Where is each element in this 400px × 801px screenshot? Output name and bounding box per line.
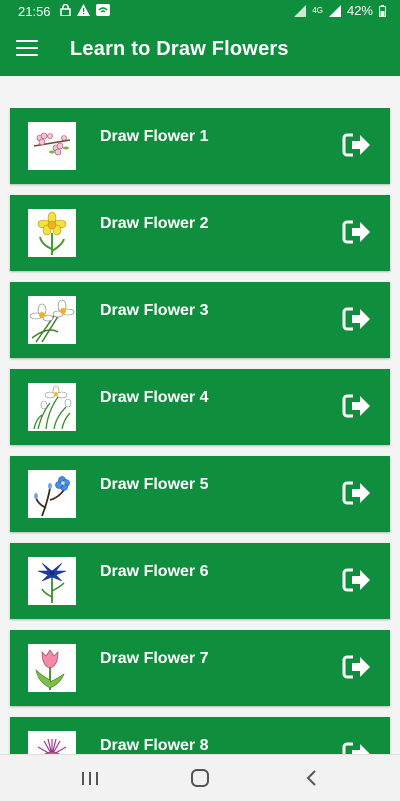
app-bar: Learn to Draw Flowers: [0, 24, 400, 76]
cornflower-icon: [28, 557, 76, 605]
wifi-icon: [96, 4, 110, 16]
status-left-icons: [60, 4, 110, 16]
status-bar: 21:56 4G 42%: [0, 0, 400, 24]
warning-icon: [77, 4, 90, 16]
open-arrow-icon[interactable]: [342, 654, 372, 680]
item-title: Draw Flower 1: [100, 128, 209, 145]
blue-flower-branch-icon: [28, 470, 76, 518]
open-arrow-icon[interactable]: [342, 480, 372, 506]
open-arrow-icon[interactable]: [342, 741, 372, 754]
open-arrow-icon[interactable]: [342, 393, 372, 419]
status-right-icons: 4G 42%: [294, 3, 386, 18]
open-arrow-icon[interactable]: [342, 219, 372, 245]
list-item[interactable]: Draw Flower 3: [10, 282, 390, 358]
back-icon[interactable]: [300, 767, 324, 789]
battery-icon: [379, 4, 386, 17]
item-title: Draw Flower 4: [100, 389, 209, 406]
list-item[interactable]: Draw Flower 5: [10, 456, 390, 532]
open-arrow-icon[interactable]: [342, 132, 372, 158]
status-time: 21:56: [18, 4, 51, 19]
battery-percent: 42%: [346, 3, 373, 18]
item-title: Draw Flower 8: [100, 737, 209, 754]
open-arrow-icon[interactable]: [342, 567, 372, 593]
list-item[interactable]: Draw Flower 1: [10, 108, 390, 184]
daffodil-icon: [28, 209, 76, 257]
list-item[interactable]: Draw Flower 8: [10, 717, 390, 754]
flower-list[interactable]: Draw Flower 1 Draw Flower 2 Draw Flower …: [0, 108, 400, 754]
home-icon[interactable]: [188, 767, 212, 789]
system-nav-bar: [0, 754, 400, 801]
white-lily-icon: [28, 383, 76, 431]
item-title: Draw Flower 2: [100, 215, 209, 232]
list-item[interactable]: Draw Flower 4: [10, 369, 390, 445]
lock-icon: [60, 4, 71, 16]
item-title: Draw Flower 5: [100, 476, 209, 493]
item-title: Draw Flower 6: [100, 563, 209, 580]
narcissus-icon: [28, 296, 76, 344]
hamburger-menu-icon[interactable]: [16, 40, 38, 56]
signal-icon: [294, 4, 307, 17]
thistle-icon: [28, 731, 76, 754]
item-title: Draw Flower 7: [100, 650, 209, 667]
list-item[interactable]: Draw Flower 7: [10, 630, 390, 706]
network-type: 4G: [312, 6, 323, 15]
tulip-icon: [28, 644, 76, 692]
open-arrow-icon[interactable]: [342, 306, 372, 332]
app-title: Learn to Draw Flowers: [70, 38, 289, 60]
signal-icon-2: [328, 4, 341, 17]
cherry-blossom-icon: [28, 122, 76, 170]
list-item[interactable]: Draw Flower 6: [10, 543, 390, 619]
recent-apps-icon[interactable]: [78, 767, 102, 789]
item-title: Draw Flower 3: [100, 302, 209, 319]
list-item[interactable]: Draw Flower 2: [10, 195, 390, 271]
